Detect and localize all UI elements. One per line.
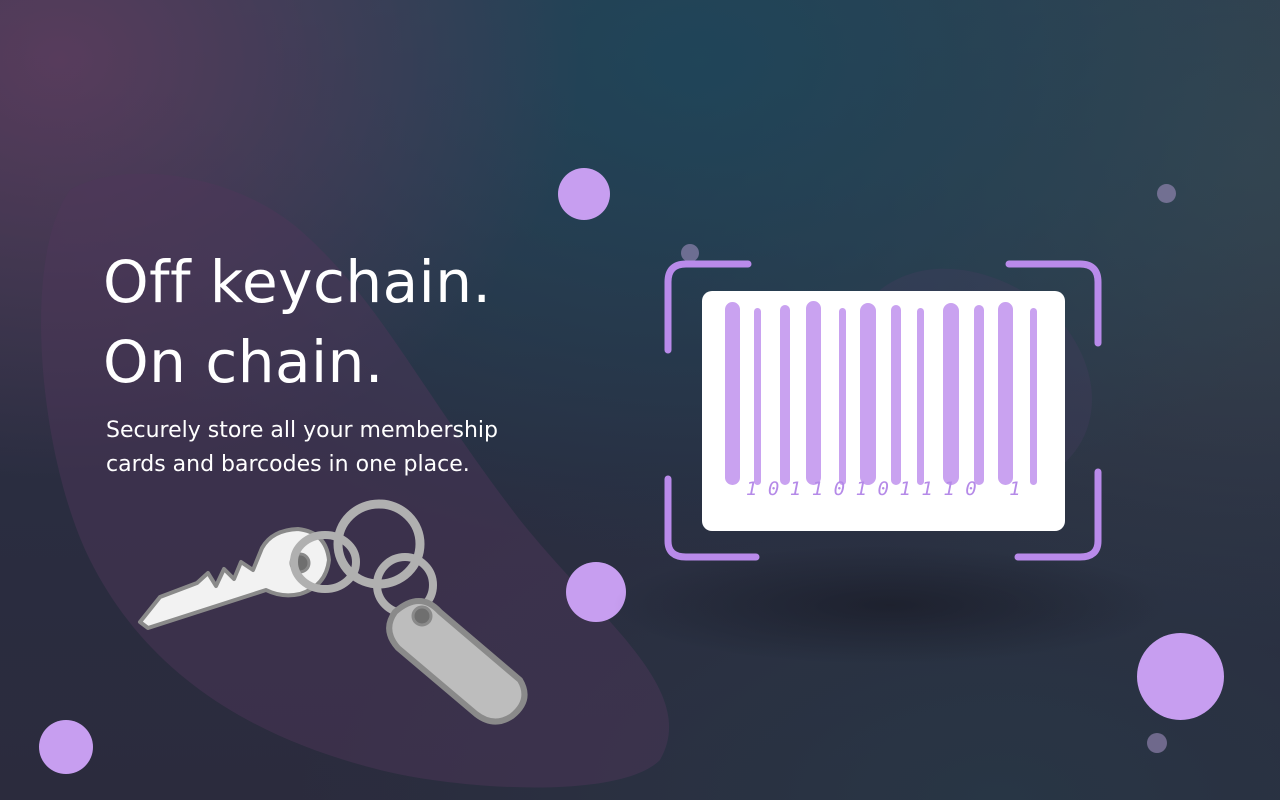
hero-banner: Off keychain. On chain. Securely store a… (0, 0, 1280, 800)
keychain-icon (138, 499, 528, 725)
